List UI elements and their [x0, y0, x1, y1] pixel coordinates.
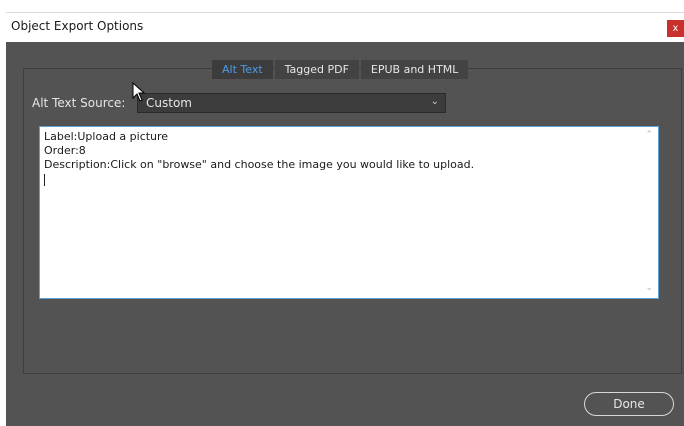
chevron-down-icon: ⌄ — [430, 96, 439, 107]
done-button[interactable]: Done — [584, 392, 674, 416]
close-icon: x — [672, 23, 679, 34]
alt-text-source-select[interactable]: Custom ⌄ — [137, 93, 446, 113]
tab-tagged-pdf[interactable]: Tagged PDF — [274, 60, 359, 79]
title-bar: Object Export Options x — [6, 12, 684, 43]
alt-text-source-label: Alt Text Source: — [32, 96, 126, 110]
text-caret — [44, 174, 45, 186]
text-line: Order:8 — [44, 144, 86, 157]
close-button[interactable]: x — [667, 20, 684, 37]
chevron-up-icon[interactable]: ⌃ — [645, 130, 653, 140]
tab-bar: Alt Text Tagged PDF EPUB and HTML — [212, 60, 470, 79]
tab-epub-html[interactable]: EPUB and HTML — [360, 60, 469, 79]
dialog-body: Alt Text Tagged PDF EPUB and HTML Alt Te… — [6, 42, 684, 426]
window-title: Object Export Options — [11, 19, 144, 33]
tab-alt-text[interactable]: Alt Text — [212, 60, 273, 79]
chevron-down-icon[interactable]: ⌄ — [645, 283, 653, 293]
text-line: Description:Click on "browse" and choose… — [44, 158, 475, 171]
alt-text-input[interactable]: Label:Upload a picture Order:8 Descripti… — [39, 126, 659, 299]
text-line: Label:Upload a picture — [44, 130, 169, 143]
select-value: Custom — [146, 96, 192, 110]
mouse-pointer-icon — [132, 82, 146, 102]
